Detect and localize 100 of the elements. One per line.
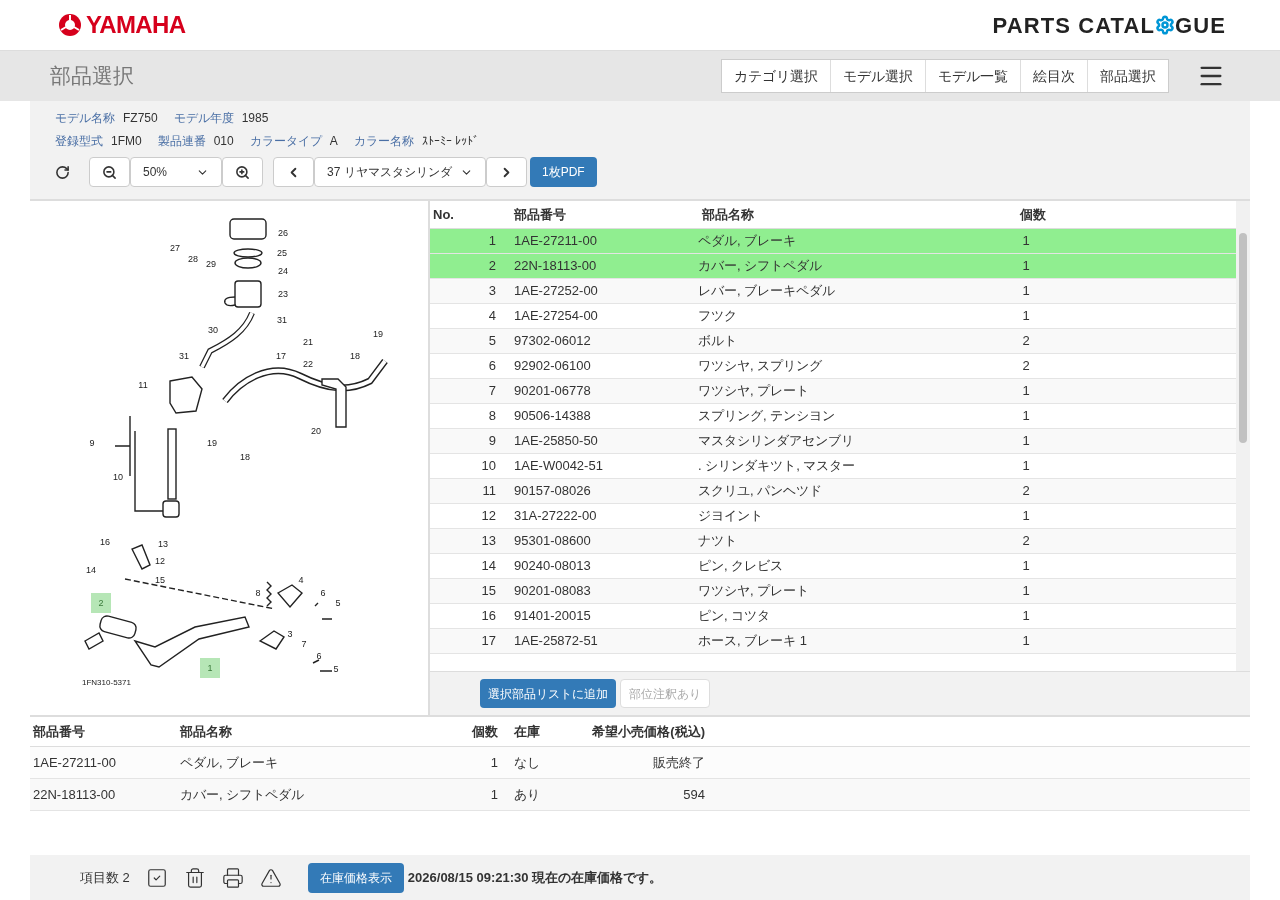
callout-number[interactable]: 17 — [276, 351, 286, 361]
callout-number[interactable]: 31 — [277, 315, 287, 325]
callout-number[interactable]: 19 — [207, 438, 217, 448]
warning-icon[interactable] — [259, 866, 282, 889]
callout-number[interactable]: 23 — [278, 289, 288, 299]
callout-number[interactable]: 5 — [335, 598, 341, 608]
part-number: 92902-06100 — [513, 357, 592, 376]
callout-number[interactable]: 7 — [301, 639, 307, 649]
page-title: 部品選択 — [50, 63, 135, 90]
info-value: ｽﾄｰﾐｰ ﾚｯﾄﾞ — [421, 133, 480, 150]
quantity: 1 — [1021, 607, 1031, 626]
callout-number[interactable]: 19 — [373, 329, 383, 339]
callout-number[interactable]: 9 — [89, 438, 95, 448]
part-name: スプリング, テンシヨン — [698, 407, 837, 426]
callout-number[interactable]: 1 — [200, 658, 220, 678]
callout-number[interactable]: 22 — [303, 359, 313, 369]
quantity: 1 — [1021, 457, 1031, 476]
nav-button[interactable]: モデル選択 — [830, 60, 925, 92]
callout-number[interactable]: 2 — [91, 593, 111, 613]
row-number: 7 — [487, 382, 496, 401]
check-all-icon[interactable] — [145, 866, 168, 889]
stock-price-button[interactable]: 在庫価格表示 — [307, 862, 404, 893]
callout-number[interactable]: 30 — [208, 325, 218, 335]
parts-row[interactable]: 5 97302-06012 ボルト 2 — [430, 329, 1236, 354]
part-name: カバー, シフトペダル — [179, 785, 306, 804]
quantity: 1 — [1021, 257, 1031, 276]
callout-number[interactable]: 28 — [188, 254, 198, 264]
parts-row[interactable]: 17 1AE-25872-51 ホース, ブレーキ 1 1 — [430, 629, 1236, 654]
callout-number[interactable]: 18 — [240, 452, 250, 462]
callout-number[interactable]: 10 — [113, 472, 123, 482]
info-label: カラー名称 — [353, 133, 414, 150]
part-number: 95301-08600 — [513, 532, 592, 551]
figure-select[interactable]: 37 リヤマスタシリンダ — [314, 157, 486, 187]
parts-row[interactable]: 13 95301-08600 ナツト 2 — [430, 529, 1236, 554]
parts-row[interactable]: 1 1AE-27211-00 ペダル, ブレーキ 1 — [430, 229, 1236, 254]
row-number: 14 — [480, 557, 496, 576]
parts-row[interactable]: 3 1AE-27252-00 レバー, ブレーキペダル 1 — [430, 279, 1236, 304]
row-number: 17 — [480, 632, 496, 651]
part-name: ピン, コツタ — [698, 607, 772, 626]
column-header: 在庫 — [513, 722, 541, 741]
trash-icon[interactable] — [183, 866, 206, 889]
callout-number[interactable]: 31 — [179, 351, 189, 361]
nav-button[interactable]: 絵目次 — [1020, 60, 1087, 92]
column-header: 部品名称 — [179, 722, 233, 741]
nav-button[interactable]: 部品選択 — [1087, 60, 1168, 92]
info-value: 010 — [213, 133, 234, 150]
callout-number[interactable]: 26 — [278, 228, 288, 238]
zoom-out-button[interactable] — [89, 157, 130, 187]
part-number: 90506-14388 — [513, 407, 592, 426]
part-number: 90157-08026 — [513, 482, 592, 501]
part-name: ピン, クレビス — [698, 557, 785, 576]
quantity: 2 — [1021, 532, 1031, 551]
brand-logo: YAMAHA — [86, 10, 186, 40]
part-name: ペダル, ブレーキ — [698, 232, 798, 251]
price-status-message: 2026/08/15 09:21:30 現在の在庫価格です。 — [407, 868, 663, 887]
parts-row[interactable]: 11 90157-08026 スクリユ, パンヘツド 2 — [430, 479, 1236, 504]
print-icon[interactable] — [221, 866, 244, 889]
callout-number[interactable]: 15 — [155, 575, 165, 585]
quantity: 2 — [1021, 357, 1031, 376]
info-value: 1FM0 — [111, 133, 142, 150]
row-number: 15 — [480, 582, 496, 601]
callout-number[interactable]: 27 — [170, 243, 180, 253]
quantity: 1 — [489, 753, 498, 772]
callout-number[interactable]: 8 — [255, 588, 261, 598]
part-name: カバー, シフトペダル — [698, 257, 824, 276]
callout-number[interactable]: 13 — [158, 539, 168, 549]
callout-number[interactable]: 6 — [316, 651, 322, 661]
quantity: 1 — [489, 785, 498, 804]
scrollbar[interactable] — [1236, 201, 1250, 671]
parts-row[interactable]: 2 22N-18113-00 カバー, シフトペダル 1 — [430, 254, 1236, 279]
callout-number[interactable]: 14 — [86, 565, 96, 575]
callout-number[interactable]: 5 — [333, 664, 339, 674]
callout-number[interactable]: 24 — [278, 266, 288, 276]
part-number: 22N-18113-00 — [32, 785, 117, 804]
zoom-select[interactable]: 50% — [130, 157, 222, 187]
callout-number[interactable]: 16 — [100, 537, 110, 547]
callout-number[interactable]: 18 — [350, 351, 360, 361]
callout-number[interactable]: 11 — [138, 380, 148, 390]
callout-number[interactable]: 4 — [298, 575, 304, 585]
part-name: ワツシヤ, プレート — [698, 582, 811, 601]
quantity: 1 — [1021, 557, 1031, 576]
nav-button[interactable]: モデル一覧 — [925, 60, 1020, 92]
part-name: ボルト — [698, 332, 738, 351]
zoom-in-button[interactable] — [222, 157, 263, 187]
callout-number[interactable]: 25 — [277, 248, 287, 258]
info-label: モデル名称 — [55, 110, 115, 127]
callout-number[interactable]: 29 — [206, 259, 216, 269]
callout-number[interactable]: 20 — [311, 426, 321, 436]
action-button[interactable]: 選択部品リストに追加 — [480, 679, 616, 708]
parts-row[interactable]: 7 90201-06778 ワツシヤ, プレート 1 — [430, 379, 1236, 404]
callout-number[interactable]: 3 — [287, 629, 293, 639]
pdf-button[interactable]: 1枚PDF — [530, 157, 597, 187]
callout-number[interactable]: 12 — [155, 556, 165, 566]
column-header: No. — [432, 205, 455, 224]
nav-button[interactable]: カテゴリ選択 — [722, 60, 830, 92]
callout-number[interactable]: 6 — [320, 588, 326, 598]
row-number: 1 — [487, 232, 496, 251]
parts-row[interactable]: 15 90201-08083 ワツシヤ, プレート 1 — [430, 579, 1236, 604]
callout-number[interactable]: 21 — [303, 337, 313, 347]
parts-row[interactable]: 9 1AE-25850-50 マスタシリンダアセンブリ 1 — [430, 429, 1236, 454]
